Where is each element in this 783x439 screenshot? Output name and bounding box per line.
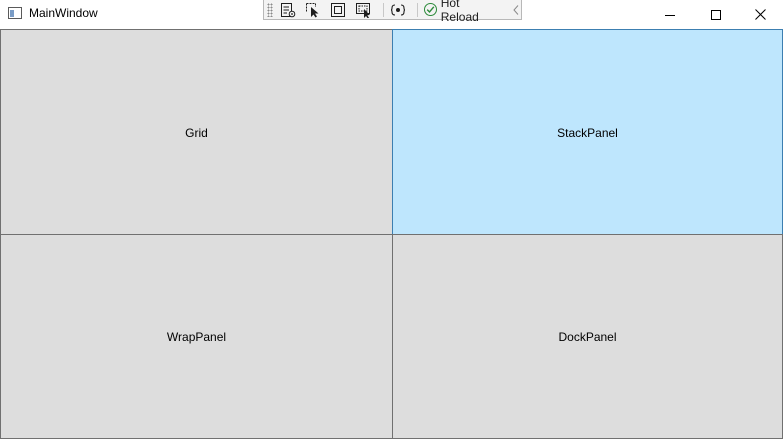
stackpanel-button[interactable]: StackPanel — [392, 29, 783, 236]
minimize-icon — [665, 14, 675, 16]
live-visual-tree-button[interactable] — [277, 1, 298, 19]
select-element-icon — [306, 2, 319, 17]
window-app-icon[interactable] — [8, 7, 22, 19]
close-icon — [754, 9, 766, 20]
toolbar-separator — [417, 2, 419, 17]
minimize-button[interactable] — [647, 0, 693, 29]
select-element-button[interactable] — [302, 1, 323, 19]
live-visual-tree-icon — [280, 2, 295, 17]
wrappanel-button[interactable]: WrapPanel — [0, 234, 393, 439]
track-focused-element-icon — [355, 2, 370, 18]
dockpanel-button[interactable]: DockPanel — [392, 234, 783, 439]
maximize-icon — [711, 9, 721, 20]
chevron-left-icon — [513, 4, 519, 15]
toolbar-grip-handle[interactable] — [267, 2, 273, 17]
display-layout-adorners-button[interactable] — [328, 1, 349, 19]
dockpanel-button-label: DockPanel — [558, 329, 617, 344]
close-button[interactable] — [737, 0, 783, 29]
debug-toolbar: Hot Reload — [263, 0, 522, 24]
window-client-area: Grid StackPanel WrapPanel DockPanel — [0, 29, 783, 439]
binding-failures-button[interactable] — [388, 1, 409, 19]
binding-failures-icon — [391, 3, 406, 16]
hot-reload-button[interactable]: Hot Reload — [422, 0, 501, 24]
window-title: MainWindow — [29, 6, 98, 20]
toolbar-separator — [382, 2, 384, 17]
title-bar[interactable]: MainWindow Hot Reload — [0, 0, 783, 29]
check-circle-icon — [424, 3, 437, 16]
maximize-button[interactable] — [693, 0, 739, 29]
grid-button[interactable]: Grid — [0, 29, 393, 236]
grid-button-label: Grid — [185, 125, 208, 140]
hot-reload-label: Hot Reload — [440, 0, 479, 24]
display-layout-adorners-icon — [331, 2, 346, 17]
wrappanel-button-label: WrapPanel — [166, 329, 227, 344]
track-focused-element-button[interactable] — [353, 1, 374, 19]
collapse-toolbar-button[interactable] — [511, 3, 521, 17]
stackpanel-button-label: StackPanel — [557, 125, 618, 140]
